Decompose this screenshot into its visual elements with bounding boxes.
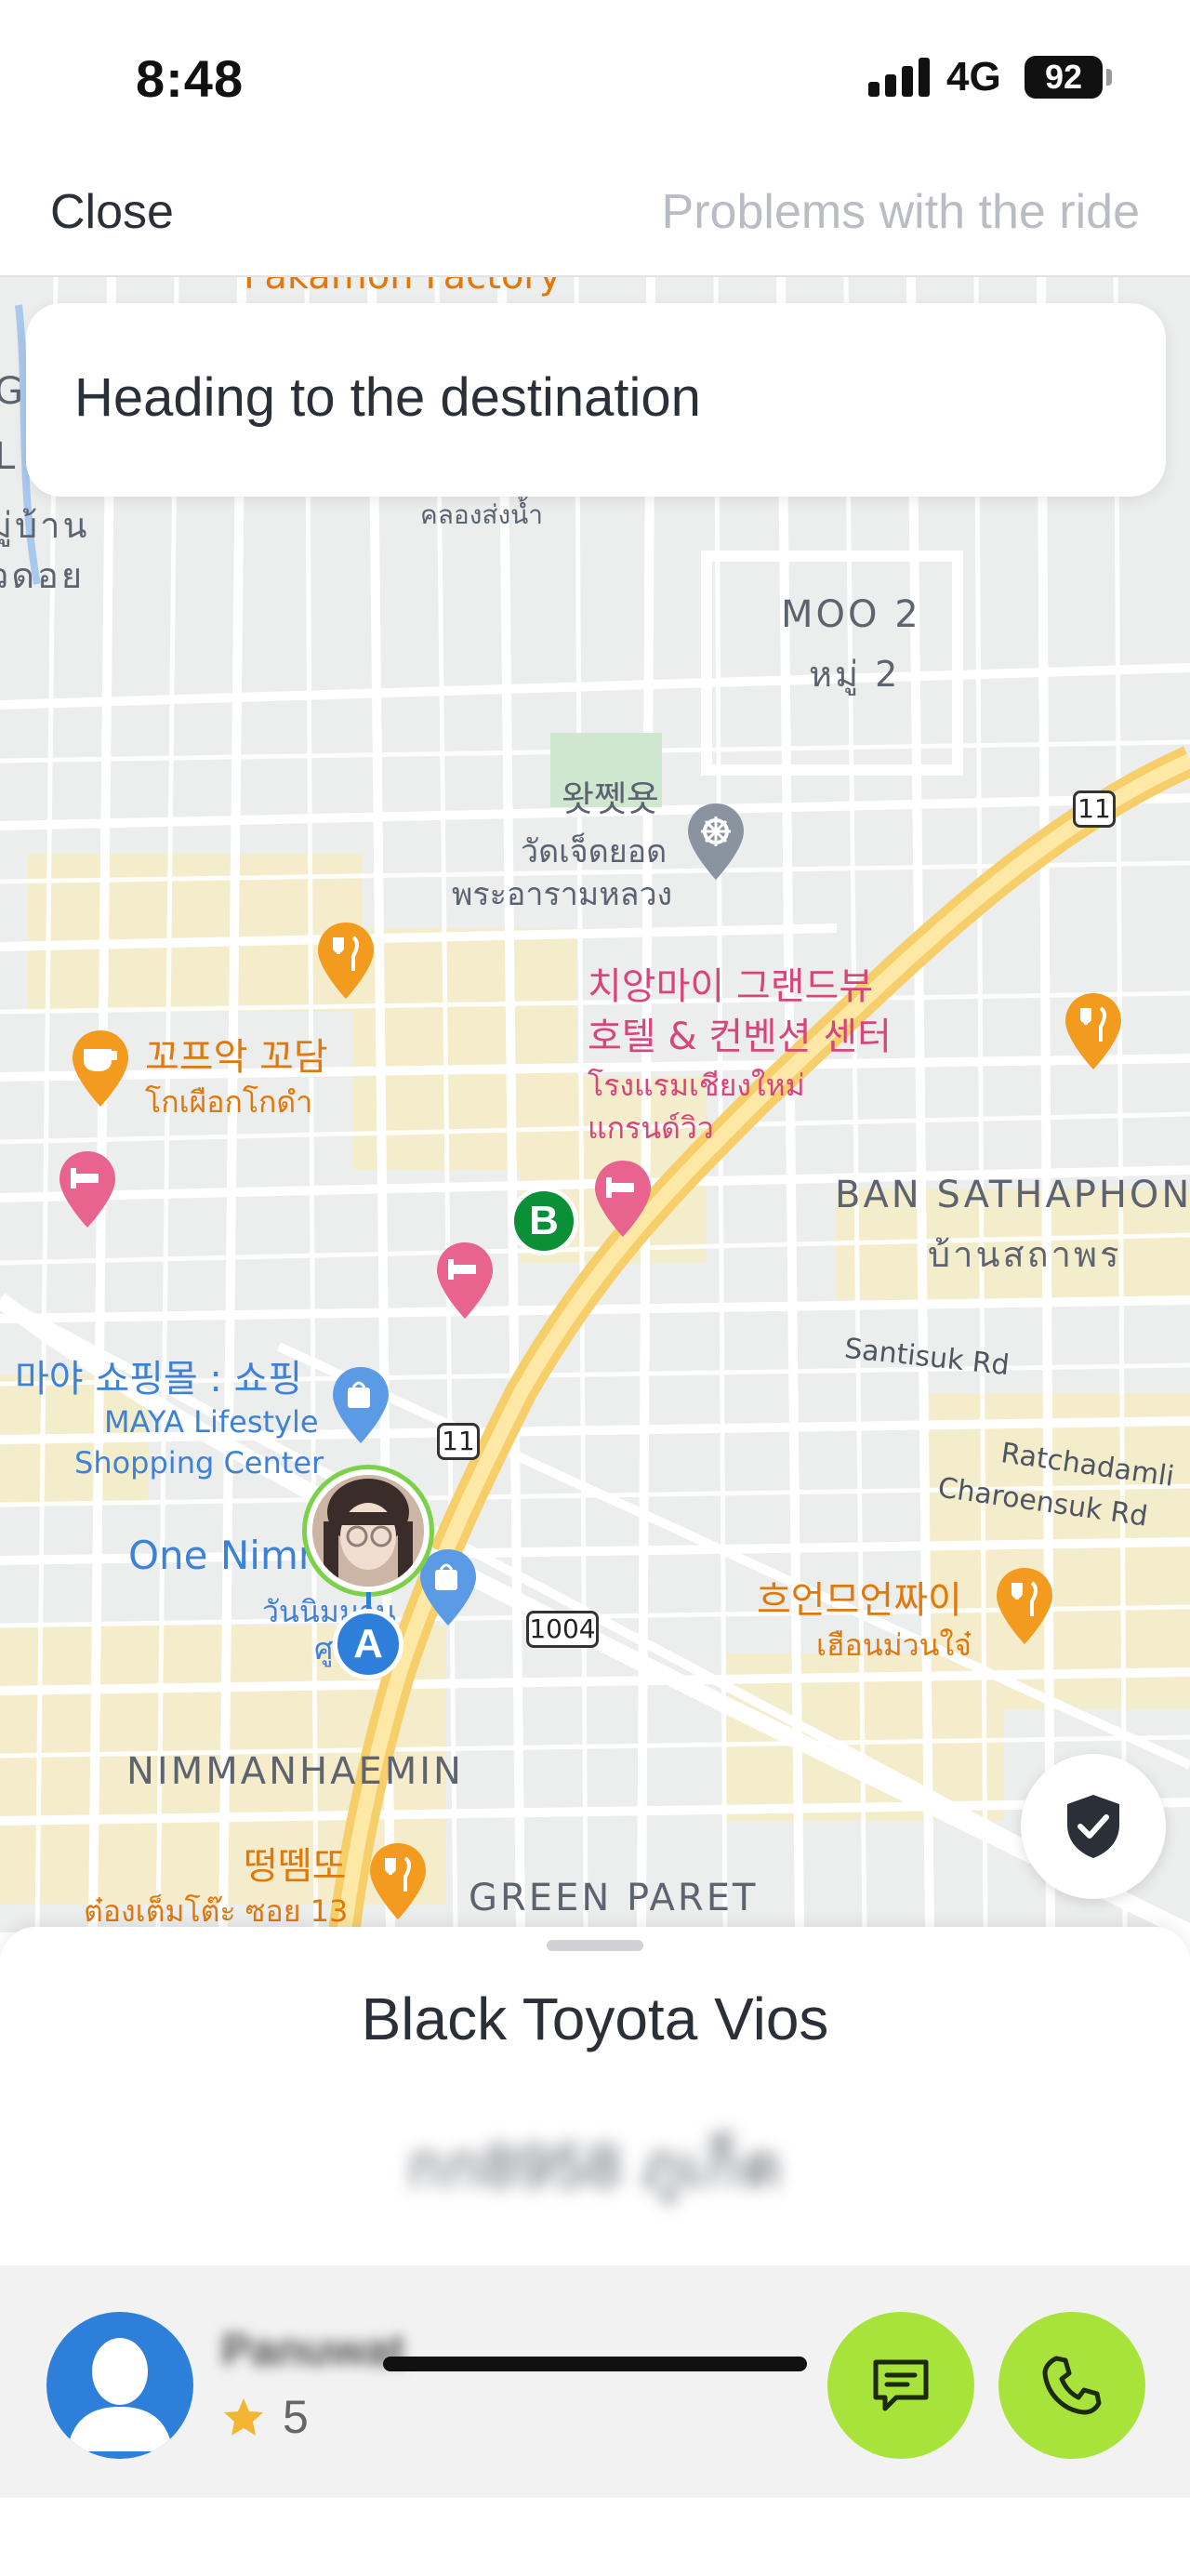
restaurant-pin-icon[interactable] [1060,989,1127,1073]
status-bar: 8:48 4G 92 [0,0,1190,158]
trip-status-text: Heading to the destination [74,367,701,428]
trip-status-card: Heading to the destination [26,303,1166,497]
restaurant-pin-icon[interactable] [991,1564,1058,1648]
map-label-ddeok-ko: 떵뗌또 [244,1845,347,1888]
map-label-ban-sathaphon: BAN SATHAPHON [835,1174,1190,1216]
pickup-marker-a[interactable]: A [333,1609,403,1680]
map-label-maya-en1: MAYA Lifestyle [104,1404,319,1440]
battery-tip [1106,69,1112,86]
map-label-cafe-ko: 꼬프악 꼬담 [145,1036,328,1079]
map-label-green-paret: GREEN PARET [469,1877,759,1919]
map-label-side-left3: มู่บ้าน [0,505,90,546]
driver-avatar-marker[interactable] [307,1469,430,1592]
driver-avatar[interactable] [46,2312,193,2459]
map-label-side-left2: L [0,435,19,478]
ride-details-sheet[interactable]: Black Toyota Vios กก8958 ภูเก็ต Panuwat … [0,1927,1190,2576]
person-icon [67,2338,173,2451]
map-label-hotel-ko2: 호텔 & 컨벤션 센터 [588,1016,892,1058]
restaurant-pin-icon[interactable] [364,1839,431,1923]
phone-icon [1042,2356,1102,2415]
shopping-pin-icon[interactable] [327,1363,394,1447]
road-shield-11: 11 [1073,790,1116,828]
map-label-maya-ko: 마야 쇼핑몰 : 쇼핑 [15,1358,303,1401]
hotel-pin-icon[interactable] [431,1239,498,1322]
temple-pin-icon[interactable] [682,800,749,883]
map-label-pakamon: Pakamon Factory [244,277,561,298]
shield-check-icon [1067,1795,1119,1858]
network-type: 4G [946,54,1001,100]
call-button[interactable] [998,2312,1145,2459]
map-label-side-left4: วดอย [0,555,86,596]
battery-icon: 92 [1025,56,1103,99]
problems-with-ride-button[interactable]: Problems with the ride [662,184,1140,240]
map-label-side-left1: G [0,370,26,413]
close-button[interactable]: Close [50,184,174,240]
road-shield-1004: 1004 [526,1611,599,1648]
map-label-hotel-ko1: 치앙마이 그랜드뷰 [588,965,874,1008]
driver-photo [312,1475,424,1587]
map-label-wat-ko: 왓쩻욧 [562,778,659,819]
driver-rating: 5 [283,2391,309,2443]
map-label-moo2-th: หมู่ 2 [809,654,901,695]
map-label-hotel-th1: โรงแรมเชียงใหม่ [588,1068,805,1103]
map-label-hotel-th2: แกรนด์วิว [588,1110,714,1146]
map-label-ban-sathaphon-th: บ้านสถาพร [928,1234,1122,1275]
signal-icon [868,58,930,97]
star-icon [224,2398,263,2436]
cafe-pin-icon[interactable] [67,1027,134,1110]
map-label-wat-th2: พระอารามหลวง [452,876,673,913]
status-time: 8:48 [136,49,245,108]
hotel-pin-icon[interactable] [54,1148,121,1231]
chat-button[interactable] [827,2312,974,2459]
map-label-maya-en2: Shopping Center [74,1445,324,1481]
shopping-pin-icon[interactable] [415,1546,482,1629]
home-indicator [383,2357,807,2371]
vehicle-description: Black Toyota Vios [361,1985,829,2052]
map-label-ddeok-th: ต๋องเต็มโต๊ะ ซอย 13 [84,1893,349,1929]
map-label-cafe-th: โกเผือกโกดำ [145,1084,313,1120]
map-label-klong: คลองส่งน้ำ [420,499,544,530]
map-label-moo2: MOO 2 [781,593,921,636]
driver-name: Panuwat [221,2326,405,2375]
nav-header: Close Problems with the ride [0,158,1190,277]
destination-marker-b[interactable]: B [509,1187,578,1255]
map-label-nimmanhaemin: NIMMANHAEMIN [126,1750,464,1793]
sheet-grabber[interactable] [547,1940,643,1951]
map-view[interactable]: Pakamon Factory คลองส่งน้ำ MOO 2 หมู่ 2 … [0,277,1190,1932]
license-plate: กก8958 ภูเก็ต [406,2132,784,2199]
restaurant-pin-icon[interactable] [312,919,379,1003]
safety-button[interactable] [1021,1754,1166,1899]
road-shield-11: 11 [437,1423,480,1460]
map-label-restaurant-ko: 흐언므언짜이 [757,1579,962,1622]
chat-icon [873,2359,929,2411]
map-label-restaurant-th: เฮือนม่วนใจ๋ [816,1627,972,1663]
hotel-pin-icon[interactable] [589,1157,656,1241]
driver-row: Panuwat 5 [0,2265,1190,2498]
